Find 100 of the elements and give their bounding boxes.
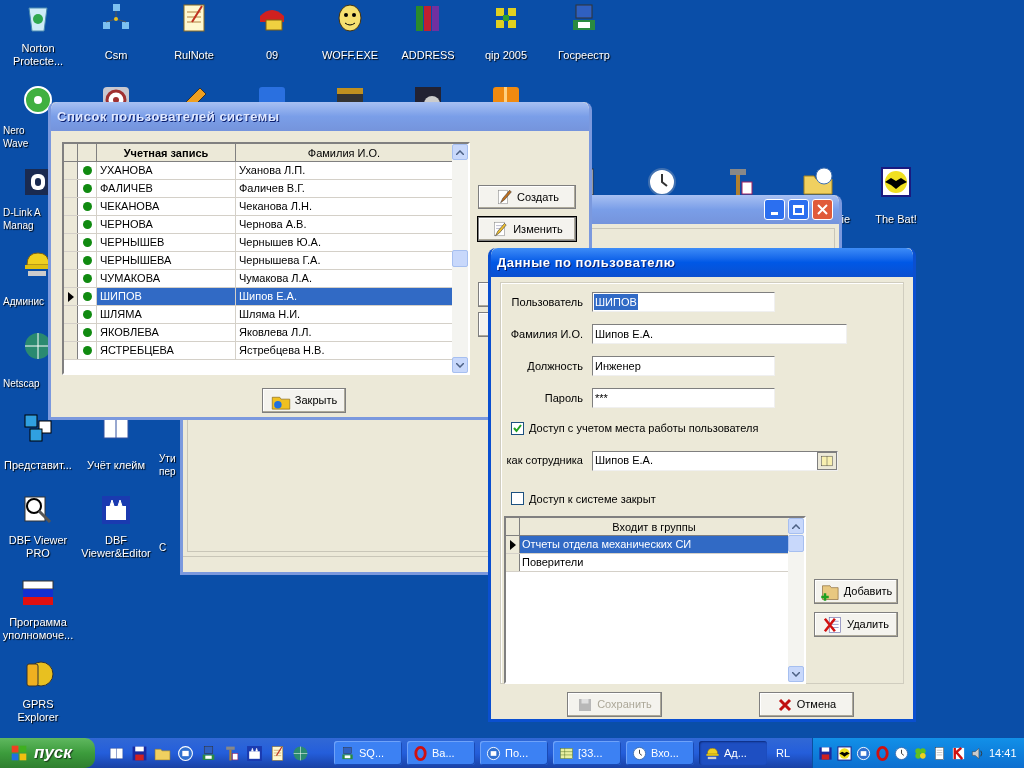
table-cell: ЧЕРНЫШЕВА: [97, 252, 236, 269]
table-row[interactable]: Поверители: [506, 554, 788, 572]
round-app-icon[interactable]: [856, 745, 871, 761]
checkbox-label[interactable]: Доступ с учетом места работы пользователя: [529, 420, 759, 437]
checkbox-label[interactable]: Доступ к системе закрыт: [529, 490, 656, 507]
table-row[interactable]: ЧЕРНОВА Чернова А.В.: [64, 216, 452, 234]
table-cell: ЯКОВЛЕВА: [97, 324, 236, 341]
notepad-icon[interactable]: [269, 744, 286, 762]
maximize-button[interactable]: [788, 199, 809, 220]
icon-label: Учёт клейм: [86, 459, 146, 472]
table-row[interactable]: ЧЕРНЫШЕВ Чернышев Ю.А.: [64, 234, 452, 252]
input-field[interactable]: Инженер: [592, 356, 775, 376]
building-icon[interactable]: [100, 494, 132, 526]
field-label: Пользователь: [510, 294, 583, 310]
input-field[interactable]: ШИПОВ: [592, 292, 775, 312]
scroll-up-button[interactable]: [788, 518, 804, 534]
checkbox[interactable]: [511, 421, 524, 435]
input-field[interactable]: Шипов Е.А.: [592, 324, 847, 344]
computer-icon: [340, 745, 355, 761]
windows-flag-icon: [10, 744, 28, 762]
table-cell-text: Уханова Л.П.: [238, 163, 307, 178]
table-row[interactable]: ЧЕРНЫШЕВА Чернышева Г.А.: [64, 252, 452, 270]
edit-button[interactable]: Изменить: [478, 217, 576, 241]
building-icon[interactable]: [246, 744, 263, 762]
cross-icon: [776, 696, 793, 713]
icon-label: Госреестр: [558, 49, 610, 62]
taskbar-button[interactable]: [33...: [553, 741, 621, 765]
hammer-icon[interactable]: [223, 744, 240, 762]
chevron-up-icon: [456, 149, 464, 155]
icon-label: RulNote: [174, 49, 214, 62]
icon-label: The Bat!: [875, 213, 917, 226]
scrollbar[interactable]: [788, 518, 804, 682]
icon-label: D-Link A Manag: [3, 206, 42, 232]
table-cell-text: Чумакова Л.А.: [238, 271, 313, 286]
field-value: ***: [594, 390, 609, 406]
add-button[interactable]: Добавить: [814, 579, 898, 604]
taskbar-button[interactable]: Вхо...: [626, 741, 694, 765]
pencil-icon: [495, 188, 514, 206]
floppy-icon[interactable]: [818, 745, 833, 761]
language-indicator[interactable]: RL: [776, 744, 791, 762]
chevron-up-icon: [792, 523, 800, 529]
scrollbar[interactable]: [452, 144, 468, 373]
icon-label: Представит...: [4, 459, 72, 472]
hard-hat-icon: [705, 745, 720, 761]
checkbox[interactable]: [511, 492, 524, 506]
taskbar-button[interactable]: SQ...: [334, 741, 402, 765]
floppy-icon[interactable]: [131, 744, 148, 762]
disc-icon[interactable]: [22, 84, 54, 116]
delete-button[interactable]: Удалить: [814, 612, 898, 637]
clover-icon[interactable]: [913, 745, 928, 761]
table-row[interactable]: ФАЛИЧЕВ Фаличев В.Г.: [64, 180, 452, 198]
table-row[interactable]: ШЛЯМА Шляма Н.И.: [64, 306, 452, 324]
clock-icon[interactable]: [646, 166, 678, 198]
table-row[interactable]: ЯКОВЛЕВА Яковлева Л.Л.: [64, 324, 452, 342]
taskbar-button[interactable]: По...: [480, 741, 548, 765]
cubes-icon[interactable]: [22, 412, 54, 444]
input-field[interactable]: ***: [592, 388, 775, 408]
document-icon[interactable]: [932, 745, 947, 761]
taskbar-button[interactable]: Ад...: [699, 741, 767, 765]
field-label: Должность: [526, 358, 583, 374]
scroll-up-button[interactable]: [452, 144, 468, 160]
table-cell-text: Чернова А.В.: [238, 217, 308, 232]
close-window-button[interactable]: Закрыть: [262, 388, 346, 413]
lookup-field[interactable]: Шипов Е.А.: [592, 450, 838, 471]
table-row[interactable]: УХАНОВА Уханова Л.П.: [64, 162, 452, 180]
table-row[interactable]: ЯСТРЕБЦЕВА Ястребцева Н.В.: [64, 342, 452, 360]
window-title: Список пользователей системы: [57, 107, 280, 126]
field-label: как сотрудника: [505, 453, 583, 469]
scroll-down-button[interactable]: [452, 357, 468, 373]
taskbar-button[interactable]: Ва...: [407, 741, 475, 765]
speaker-icon[interactable]: [970, 745, 985, 761]
folder-clock-icon[interactable]: [802, 166, 834, 198]
round-app-icon[interactable]: [177, 744, 194, 762]
create-button[interactable]: Создать: [478, 185, 576, 209]
icon-label: GPRS Explorer: [16, 698, 60, 724]
scroll-down-button[interactable]: [788, 666, 804, 682]
minimize-button[interactable]: [764, 199, 785, 220]
close-button[interactable]: [812, 199, 833, 220]
column-header[interactable]: Учетная запись: [97, 144, 236, 161]
globe-icon[interactable]: [292, 744, 309, 762]
magnifier-icon[interactable]: [22, 494, 54, 526]
cancel-button[interactable]: Отмена: [759, 692, 854, 717]
bat-icon[interactable]: [837, 745, 852, 761]
document-cross-icon: [823, 614, 843, 635]
column-header[interactable]: Фамилия И.О.: [236, 144, 452, 161]
computer-icon[interactable]: [200, 744, 217, 762]
start-button[interactable]: пуск: [0, 738, 95, 768]
bat-icon[interactable]: [880, 166, 912, 198]
lookup-button[interactable]: [817, 451, 837, 470]
table-cell-text: Фаличев В.Г.: [238, 181, 306, 196]
field-value: Шипов Е.А.: [594, 326, 654, 342]
close-icon: [817, 204, 828, 215]
field-value: ШИПОВ: [594, 293, 638, 311]
scrollbar-thumb[interactable]: [788, 535, 804, 552]
table-row[interactable]: ШИПОВ Шипов Е.А.: [64, 288, 452, 306]
clock: 14:41: [989, 745, 1017, 761]
icon-label: Nero Wave: [3, 124, 30, 150]
field-value: Инженер: [594, 358, 642, 374]
scrollbar-thumb[interactable]: [452, 250, 468, 267]
table-row[interactable]: ЧЕКАНОВА Чеканова Л.Н.: [64, 198, 452, 216]
